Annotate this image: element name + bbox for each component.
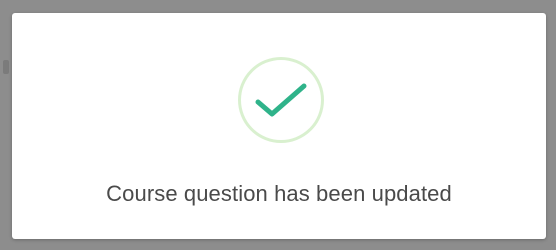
success-icon-circle xyxy=(238,57,324,143)
success-message: Course question has been updated xyxy=(106,181,452,206)
check-icon xyxy=(255,83,307,117)
success-dialog: Course question has been updated xyxy=(12,13,546,239)
background-element xyxy=(3,60,9,74)
